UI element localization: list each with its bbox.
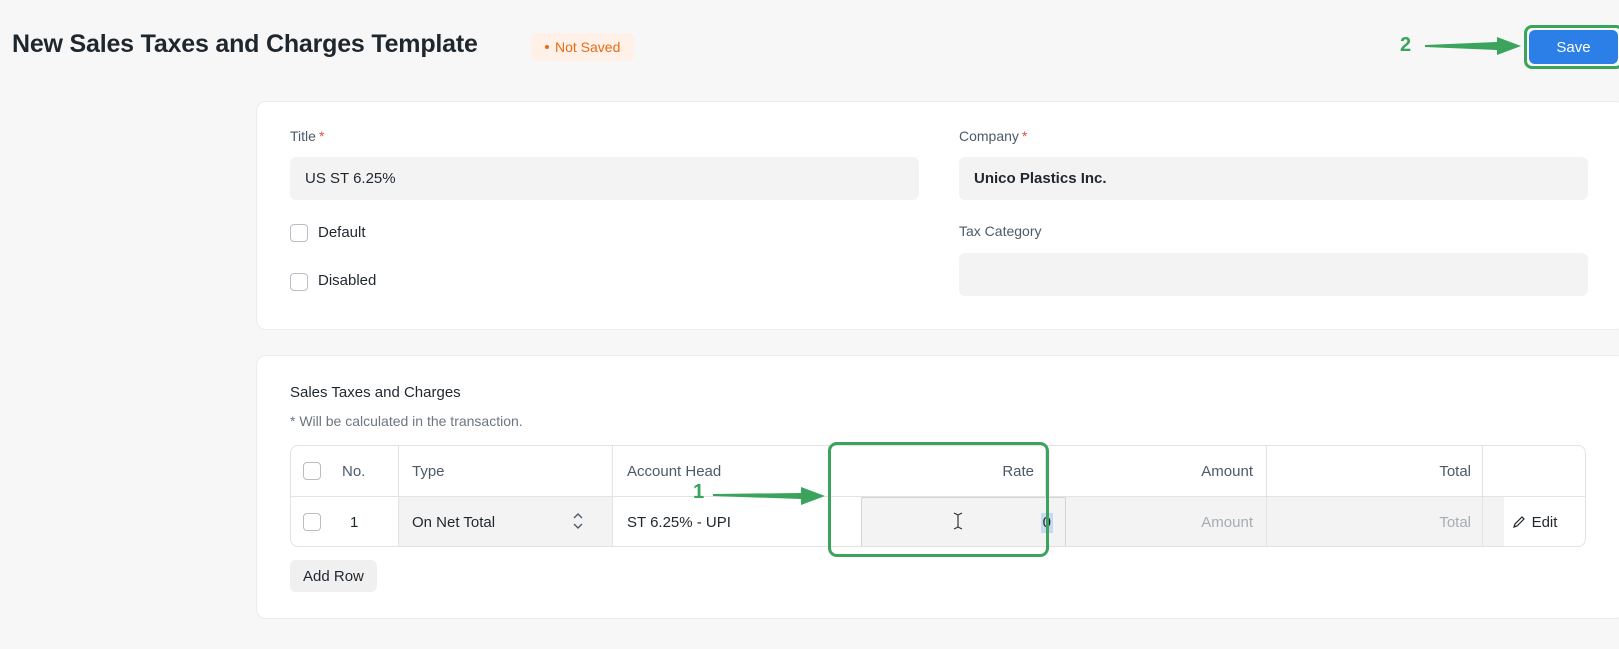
details-card: Title * US ST 6.25% Default Disabled Comp… (256, 101, 1619, 330)
account-head-cell[interactable]: ST 6.25% - UPI (627, 497, 731, 546)
title-label: Title * (290, 128, 325, 144)
edit-row-button[interactable]: Edit (1482, 497, 1585, 546)
status-label: Not Saved (555, 39, 621, 55)
default-label: Default (318, 224, 366, 241)
column-header-total: Total (1439, 462, 1471, 480)
add-row-button[interactable]: Add Row (290, 560, 377, 592)
tax-category-input[interactable] (959, 253, 1588, 296)
edit-label: Edit (1531, 513, 1558, 531)
page-title: New Sales Taxes and Charges Template (12, 30, 478, 58)
section-title: Sales Taxes and Charges (290, 384, 461, 401)
section-description: * Will be calculated in the transaction. (290, 413, 523, 429)
column-header-type: Type (412, 462, 445, 480)
page: New Sales Taxes and Charges Template Not… (0, 0, 1619, 649)
column-header-amount: Amount (1201, 462, 1253, 480)
taxes-grid: No. Type Account Head Rate Amount Total … (290, 445, 1586, 547)
company-label: Company * (959, 128, 1028, 144)
page-header: New Sales Taxes and Charges Template Not… (0, 0, 1619, 92)
column-header-account-head: Account Head (627, 462, 722, 480)
select-all-checkbox[interactable] (303, 462, 321, 480)
total-cell[interactable]: Total (1269, 497, 1471, 546)
annotation-arrow-icon (1425, 37, 1521, 55)
annotation-step-1: 1 (693, 481, 705, 503)
text-cursor-icon (953, 512, 963, 530)
pencil-icon (1512, 516, 1525, 528)
rate-input[interactable]: 0 (861, 497, 1066, 546)
type-select[interactable]: On Net Total (412, 497, 495, 546)
row-select-checkbox[interactable] (303, 513, 321, 531)
disabled-checkbox[interactable] (290, 273, 308, 291)
title-input[interactable]: US ST 6.25% (290, 157, 919, 200)
save-button[interactable]: Save (1529, 30, 1618, 64)
tax-category-label: Tax Category (959, 223, 1042, 239)
annotation-step-2: 2 (1400, 34, 1412, 56)
chevron-updown-icon (573, 513, 583, 529)
column-header-rate: Rate (1002, 462, 1034, 480)
amount-cell[interactable]: Amount (1048, 497, 1253, 546)
default-checkbox[interactable] (290, 224, 308, 242)
status-dot-icon (545, 45, 549, 50)
row-number: 1 (350, 513, 359, 531)
company-input[interactable]: Unico Plastics Inc. (959, 157, 1588, 200)
column-header-no: No. (342, 462, 366, 480)
disabled-label: Disabled (318, 272, 377, 289)
taxes-card: Sales Taxes and Charges * Will be calcul… (256, 355, 1619, 619)
status-badge: Not Saved (531, 33, 635, 61)
